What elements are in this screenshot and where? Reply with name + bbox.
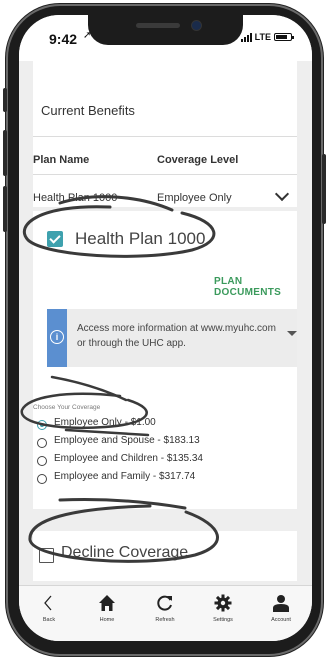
refresh-icon (157, 595, 172, 611)
coverage-radio-employee-spouse[interactable] (37, 438, 47, 448)
home-icon (99, 595, 115, 611)
coverage-option-label[interactable]: Employee Only - $1.00 (54, 417, 156, 428)
coverage-option-label[interactable]: Employee and Spouse - $183.13 (54, 435, 200, 446)
plan-name-header: Plan Name (33, 154, 90, 166)
tab-bar: Back Home Refresh Settings Account (19, 585, 312, 641)
back-chevron-icon (44, 595, 52, 611)
phone-screen: 9:42 ➚ LTE Current Benefits Plan Name Co… (19, 15, 312, 641)
coverage-radio-employee-only[interactable] (37, 420, 47, 430)
caret-down-icon[interactable] (287, 331, 297, 336)
carrier-label: LTE (254, 32, 271, 42)
decline-coverage-title[interactable]: Decline Coverage (61, 544, 188, 562)
gear-icon (214, 594, 232, 612)
front-camera (192, 21, 201, 30)
coverage-radio-employee-family[interactable] (37, 474, 47, 484)
current-benefits-card: Current Benefits Plan Name Coverage Leve… (33, 61, 297, 207)
info-bar: i (47, 309, 67, 367)
signal-icon (240, 32, 252, 42)
volume-down-button (3, 186, 7, 232)
plan-documents-link[interactable]: PLAN DOCUMENTS (214, 276, 297, 298)
info-banner[interactable]: i Access more information at www.myuhc.c… (47, 309, 297, 367)
decline-coverage-card: Decline Coverage (33, 531, 297, 581)
tab-account[interactable]: Account (252, 586, 310, 641)
tab-refresh-label: Refresh (155, 617, 175, 623)
divider (33, 136, 297, 137)
battery-icon (274, 33, 294, 41)
status-bar: 9:42 ➚ LTE (19, 15, 312, 61)
volume-up-button (3, 130, 7, 176)
tab-back-label: Back (42, 617, 56, 623)
plan-select-checkbox[interactable] (47, 231, 63, 247)
plan-title[interactable]: Health Plan 1000 (75, 229, 205, 249)
current-plan-name: Health Plan 1000 (33, 192, 118, 204)
speaker-grille (136, 23, 180, 28)
current-coverage-level: Employee Only (157, 192, 232, 204)
decline-checkbox[interactable] (39, 548, 54, 563)
benefits-content[interactable]: Current Benefits Plan Name Coverage Leve… (33, 61, 297, 585)
chevron-down-icon[interactable] (274, 186, 290, 202)
person-icon (273, 595, 289, 612)
tab-account-label: Account (271, 617, 291, 623)
power-button (322, 154, 326, 224)
status-time: 9:42 (49, 31, 78, 47)
coverage-option-label[interactable]: Employee and Children - $135.34 (54, 453, 203, 464)
tab-settings[interactable]: Settings (194, 586, 252, 641)
current-benefits-title: Current Benefits (41, 103, 135, 118)
notch (88, 15, 243, 45)
info-icon: i (50, 330, 64, 344)
info-text: Access more information at www.myuhc.com… (77, 323, 276, 349)
tab-home[interactable]: Home (78, 586, 136, 641)
coverage-level-header: Coverage Level (157, 154, 239, 166)
tab-home-label: Home (99, 617, 115, 623)
choose-coverage-label: Choose Your Coverage (33, 404, 101, 411)
health-plan-card: Health Plan 1000 PLAN DOCUMENTS i Access… (33, 211, 297, 509)
tab-settings-label: Settings (213, 617, 233, 623)
status-icons: LTE (240, 32, 294, 42)
tab-refresh[interactable]: Refresh (136, 586, 194, 641)
mute-switch (3, 88, 7, 112)
tab-back[interactable]: Back (20, 586, 78, 641)
coverage-option-label[interactable]: Employee and Family - $317.74 (54, 471, 195, 482)
coverage-radio-employee-children[interactable] (37, 456, 47, 466)
divider (33, 174, 297, 175)
